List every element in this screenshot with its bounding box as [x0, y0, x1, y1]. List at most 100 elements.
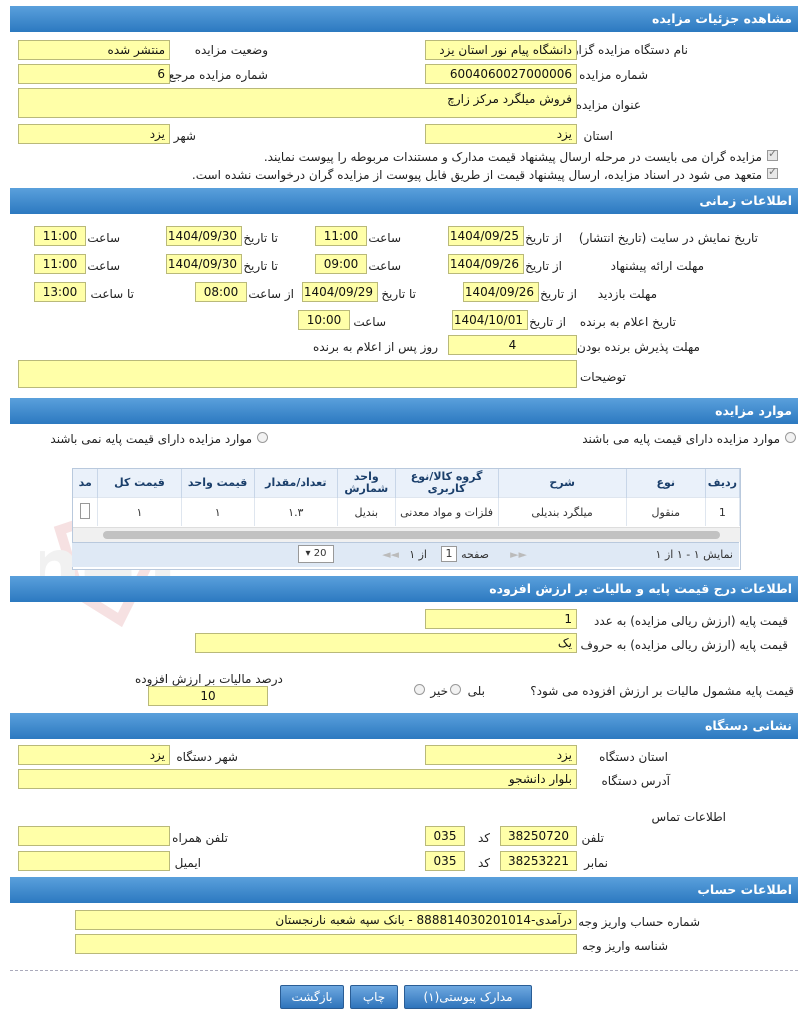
org-province-label: استان دستگاه	[599, 750, 668, 764]
attachments-button[interactable]: مدارک پیوستی(۱)	[404, 985, 532, 1009]
description-label: توضیحات	[579, 370, 626, 384]
accept-label: مهلت پذیرش برنده بودن	[577, 340, 700, 354]
submit-to-label: تا تاریخ	[243, 259, 278, 273]
org-address-field: بلوار دانشجو	[18, 769, 577, 789]
col-row[interactable]: ردیف	[705, 469, 741, 498]
email-label: ایمیل	[174, 856, 201, 870]
visit-from-time: 08:00	[195, 282, 247, 302]
note1-text: مزایده گران می بایست در مرحله ارسال پیشن…	[263, 150, 762, 164]
col-description[interactable]: شرح	[498, 469, 627, 498]
pager-next-icon[interactable]: ►►	[510, 548, 527, 561]
table-row[interactable]: 1 منقول میلگرد بندیلی فلزات و مواد معدنی…	[73, 497, 741, 526]
submit-label: مهلت ارائه پیشنهاد	[610, 259, 704, 273]
pager-size-select[interactable]: 20 ▾	[298, 545, 334, 563]
city-label: شهر	[173, 129, 196, 143]
radio-with-base-price-label: موارد مزایده دارای قیمت پایه می باشند	[582, 432, 780, 446]
payment-id-field	[75, 934, 577, 954]
account-number-field: درآمدی-888814030201014 - بانک سپه شعبه ن…	[75, 910, 577, 930]
phone-code-field: 035	[425, 826, 465, 846]
number-label: شماره مزایده	[579, 68, 648, 82]
radio-without-base-price-label: موارد مزایده دارای قیمت پایه نمی باشند	[50, 432, 252, 446]
divider	[10, 970, 798, 971]
pager-page-label: صفحه	[461, 548, 489, 561]
publish-from-label: از تاریخ	[525, 231, 562, 245]
accept-days-suffix: روز پس از اعلام به برنده	[313, 340, 438, 354]
pager-of-label: از ۱	[409, 548, 427, 561]
announce-time: 10:00	[298, 310, 350, 330]
publish-to-time-label: ساعت	[87, 231, 120, 245]
fax-label: نمابر	[584, 856, 608, 870]
col-quantity[interactable]: تعداد/مقدار	[254, 469, 338, 498]
phone-code-label: کد	[477, 831, 490, 845]
mobile-field	[18, 826, 170, 846]
vat-no-radio[interactable]	[414, 684, 425, 695]
cell-group: فلزات و مواد معدنی	[395, 497, 499, 526]
cell-description: میلگرد بندیلی	[498, 497, 627, 526]
subject-field: فروش میلگرد مرکز زارچ	[18, 88, 577, 118]
publish-from-date: 1404/09/25	[448, 226, 524, 246]
cell-unit-price: ۱	[181, 497, 255, 526]
items-table-header: ردیف نوع شرح گروه کالا/نوع کاربری واحد ش…	[73, 469, 741, 498]
fax-code-label: کد	[477, 856, 490, 870]
visit-from-time-label: از ساعت	[248, 287, 294, 301]
ref-number-field: 6	[18, 64, 170, 84]
section-header-address: نشانی دستگاه	[10, 713, 798, 739]
visit-from-label: از تاریخ	[540, 287, 577, 301]
section-header-price: اطلاعات درج قیمت پایه و مالیات بر ارزش ا…	[10, 576, 798, 602]
section-header-details: مشاهده جزئیات مزایده	[10, 6, 798, 32]
col-unit-price[interactable]: قیمت واحد	[181, 469, 255, 498]
visit-label: مهلت بازدید	[597, 287, 657, 301]
col-group[interactable]: گروه کالا/نوع کاربری	[395, 469, 499, 498]
section-header-items: موارد مزایده	[10, 398, 798, 424]
publish-to-time: 11:00	[34, 226, 86, 246]
number-field: 6004060027000006	[425, 64, 577, 84]
announce-from-label: از تاریخ	[529, 315, 566, 329]
publish-label: تاریخ نمایش در سایت (تاریخ انتشار)	[578, 231, 758, 245]
vat-question: قیمت پایه مشمول مالیات بر ارزش افزوده می…	[530, 684, 794, 698]
fax-field: 38253221	[500, 851, 577, 871]
subject-label: عنوان مزایده	[575, 98, 641, 112]
org-label: نام دستگاه مزایده گزار	[572, 43, 688, 57]
col-unit[interactable]: واحد شمارش	[337, 469, 396, 498]
base-price-text-field: یک	[195, 633, 577, 653]
phone-label: تلفن	[581, 831, 604, 845]
org-city-label: شهر دستگاه	[176, 750, 238, 764]
col-type[interactable]: نوع	[626, 469, 706, 498]
print-button[interactable]: چاپ	[350, 985, 398, 1009]
table-pager: نمایش ۱ - ۱ از ۱ ►► صفحه 1 از ۱ ◄◄ 20 ▾	[72, 542, 739, 567]
note1-checkbox	[767, 147, 778, 161]
section-header-account: اطلاعات حساب	[10, 877, 798, 903]
cell-quantity: ۱.۳	[254, 497, 338, 526]
cell-unit: بندیل	[337, 497, 396, 526]
pager-page-input[interactable]: 1	[441, 546, 457, 562]
vat-no-label: خیر	[430, 684, 448, 698]
city-field: یزد	[18, 124, 170, 144]
base-price-text-label: قیمت پایه (ارزش ریالی مزایده) به حروف	[580, 638, 788, 652]
radio-without-base-price[interactable]	[257, 432, 268, 443]
pager-summary: نمایش ۱ - ۱ از ۱	[655, 548, 733, 561]
vat-yes-radio[interactable]	[450, 684, 461, 695]
col-extra[interactable]: مد	[73, 469, 99, 498]
back-button[interactable]: بازگشت	[280, 985, 344, 1009]
announce-date: 1404/10/01	[452, 310, 528, 330]
status-label: وضعیت مزایده	[194, 43, 268, 57]
scrollbar-thumb[interactable]	[103, 531, 720, 539]
announce-label: تاریخ اعلام به برنده	[579, 315, 676, 329]
org-city-field: یزد	[18, 745, 170, 765]
base-price-number-label: قیمت پایه (ارزش ریالی مزایده) به عدد	[593, 614, 788, 628]
cell-total-price: ۱	[97, 497, 182, 526]
submit-from-time: 09:00	[315, 254, 367, 274]
col-total-price[interactable]: قیمت کل	[97, 469, 182, 498]
radio-with-base-price[interactable]	[785, 432, 796, 443]
visit-to-time-label: تا ساعت	[90, 287, 134, 301]
submit-to-date: 1404/09/30	[166, 254, 242, 274]
note2-checkbox	[767, 165, 778, 179]
vat-percent-field: 10	[148, 686, 268, 706]
pager-prev-icon[interactable]: ◄◄	[382, 548, 399, 561]
account-number-label: شماره حساب واریز وجه	[578, 915, 700, 929]
vat-yes-label: بلی	[467, 684, 485, 698]
cell-extra[interactable]	[73, 497, 99, 526]
visit-to-time: 13:00	[34, 282, 86, 302]
note2-text: متعهد می شود در اسناد مزایده، ارسال پیشن…	[191, 168, 762, 182]
table-scrollbar[interactable]	[73, 527, 740, 542]
